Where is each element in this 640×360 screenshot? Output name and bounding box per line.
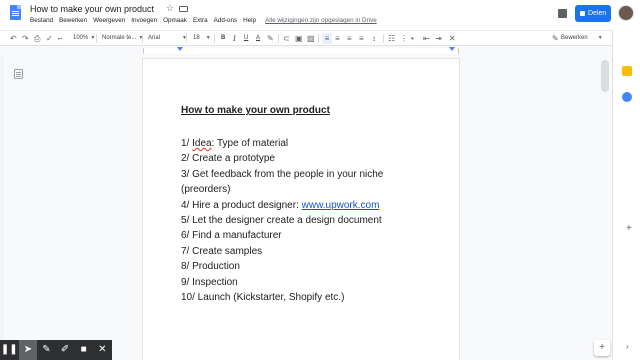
- insert-image-icon[interactable]: ▨: [307, 33, 315, 44]
- star-icon[interactable]: ☆: [166, 3, 174, 14]
- screen-annotation-toolbar: ❚❚ ➤ ✎ ✐ ■ ✕: [0, 340, 112, 360]
- list-item-continuation: (preorders): [181, 184, 231, 196]
- list-item: 10/ Launch (Kickstarter, Shopify etc.): [181, 292, 345, 304]
- font-select[interactable]: Arial ▼: [148, 33, 187, 44]
- comment-history-icon[interactable]: [558, 9, 567, 18]
- list-item: 6/ Find a manufacturer: [181, 230, 282, 242]
- document-outline-icon[interactable]: [14, 69, 23, 79]
- tasks-icon[interactable]: [622, 92, 632, 102]
- list-item: 8/ Production: [181, 261, 240, 273]
- bold-button[interactable]: B: [221, 33, 225, 44]
- list-item: 7/ Create samples: [181, 245, 263, 257]
- zoom-select[interactable]: 100% ▼: [73, 33, 95, 44]
- list-item: 1/ Idea: Type of material: [181, 138, 289, 149]
- editing-mode-select[interactable]: Bewerken ▼: [561, 33, 603, 44]
- document-heading: How to make your own product: [181, 105, 330, 116]
- close-icon[interactable]: ✕: [93, 340, 112, 360]
- menu-insert[interactable]: Invoegen: [131, 17, 157, 24]
- undo-icon[interactable]: ↶: [10, 33, 17, 44]
- explore-icon[interactable]: +: [594, 340, 610, 356]
- list-item: 4/ Hire a product designer: www.upwork.c…: [181, 199, 380, 211]
- increase-indent-icon[interactable]: ⇥: [435, 33, 442, 44]
- paragraph-style-select[interactable]: Normale te... ▼: [102, 33, 143, 44]
- add-comment-icon[interactable]: ▣: [295, 33, 303, 44]
- misspelled-word[interactable]: Idea: [192, 138, 211, 149]
- vertical-ruler: [0, 55, 4, 340]
- clear-formatting-icon[interactable]: ✕: [449, 33, 456, 44]
- numbered-list-icon[interactable]: ⋮: [400, 33, 408, 44]
- share-button[interactable]: Delen: [575, 5, 611, 22]
- bulleted-list-icon[interactable]: •: [411, 33, 414, 44]
- list-item: 5/ Let the designer create a design docu…: [181, 215, 382, 227]
- pencil-icon[interactable]: ✎: [552, 33, 559, 44]
- menu-edit[interactable]: Bewerken: [59, 17, 87, 24]
- left-indent-marker[interactable]: [177, 47, 183, 51]
- camera-icon[interactable]: ■: [74, 340, 93, 360]
- highlighter-icon[interactable]: ✐: [56, 340, 75, 360]
- align-right-icon[interactable]: ≡: [347, 33, 352, 44]
- formatting-toolbar: ↶ ↷ ⎙ ✓ ⌐ 100% ▼ Normale te... ▼ Arial ▼ 18…: [0, 30, 640, 46]
- menu-help[interactable]: Help: [243, 17, 256, 24]
- menu-format[interactable]: Opmaak: [163, 17, 187, 24]
- scrollbar[interactable]: [598, 55, 612, 360]
- folder-icon[interactable]: [179, 6, 188, 12]
- print-icon[interactable]: ⎙: [34, 33, 40, 44]
- decrease-indent-icon[interactable]: ⇤: [423, 33, 430, 44]
- align-justify-icon[interactable]: ≡: [359, 33, 364, 44]
- menu-tools[interactable]: Extra: [193, 17, 208, 24]
- text-color-button[interactable]: A: [256, 33, 260, 44]
- hide-panel-icon[interactable]: ›: [626, 342, 629, 351]
- scrollbar-thumb[interactable]: [601, 60, 609, 92]
- document-body: 1/ Idea: Type of material 2/ Create a pr…: [181, 136, 451, 305]
- paint-format-icon[interactable]: ⌐: [58, 33, 63, 44]
- docs-logo-icon[interactable]: [10, 5, 21, 20]
- add-addon-icon[interactable]: +: [626, 223, 632, 234]
- right-indent-marker[interactable]: [449, 47, 455, 51]
- pen-icon[interactable]: ✎: [37, 340, 56, 360]
- align-center-icon[interactable]: ≡: [335, 33, 340, 44]
- link-icon[interactable]: ⊂: [283, 33, 290, 44]
- share-label: Delen: [588, 10, 607, 17]
- ruler-band: [143, 48, 459, 54]
- align-left-icon[interactable]: ≡: [322, 33, 332, 44]
- underline-button[interactable]: U: [244, 33, 248, 44]
- save-status-link[interactable]: Alle wijzigingen zijn opgeslagen in Driv…: [265, 17, 377, 24]
- list-item: 2/ Create a prototype: [181, 153, 275, 165]
- document-title[interactable]: How to make your own product: [30, 4, 154, 14]
- title-bar: How to make your own product ☆ Bestand B…: [0, 0, 640, 30]
- menu-view[interactable]: Weergeven: [93, 17, 125, 24]
- horizontal-ruler: [0, 47, 612, 55]
- pointer-icon[interactable]: ➤: [18, 340, 38, 360]
- menu-file[interactable]: Bestand: [30, 17, 53, 24]
- font-size-select[interactable]: 18 ▼: [193, 33, 211, 44]
- highlight-icon[interactable]: ✎: [267, 33, 274, 44]
- italic-button[interactable]: I: [233, 33, 236, 44]
- checklist-icon[interactable]: ☷: [388, 33, 395, 44]
- menu-bar: Bestand Bewerken Weergeven Invoegen Opma…: [30, 17, 377, 24]
- menu-addons[interactable]: Add-ons: [214, 17, 237, 24]
- lock-icon: [580, 11, 585, 16]
- pause-icon[interactable]: ❚❚: [0, 340, 19, 360]
- avatar[interactable]: [618, 5, 634, 21]
- side-panel: + ›: [612, 30, 640, 360]
- line-spacing-icon[interactable]: ↕: [372, 33, 376, 44]
- spellcheck-icon[interactable]: ✓: [46, 33, 53, 44]
- upwork-link[interactable]: www.upwork.com: [302, 200, 380, 211]
- list-item: 3/ Get feedback from the people in your …: [181, 168, 384, 180]
- keep-icon[interactable]: [622, 66, 632, 76]
- list-item: 9/ Inspection: [181, 276, 238, 288]
- document-page[interactable]: How to make your own product 1/ Idea: Ty…: [143, 59, 459, 360]
- redo-icon[interactable]: ↷: [22, 33, 29, 44]
